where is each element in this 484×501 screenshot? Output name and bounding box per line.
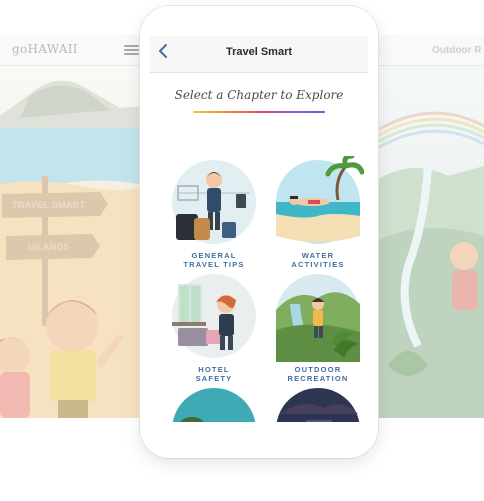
section-subtitle: Select a Chapter to Explore: [174, 88, 344, 102]
hotel-room-illustration: [172, 274, 256, 358]
chapter-water-activities[interactable]: WATER ACTIVITIES: [272, 156, 364, 269]
chapter-list: Select a Chapter to Explore GENERAL TRAV…: [150, 73, 368, 423]
chapter-label: WATER ACTIVITIES: [291, 251, 345, 269]
background-screen-left: goHAWAII TRAVEL SMART ISLANDS: [0, 35, 148, 418]
chapter-general-travel-tips[interactable]: GENERAL TRAVEL TIPS: [168, 156, 260, 269]
chapter-label: HOTEL SAFETY: [195, 365, 233, 383]
hamburger-menu-icon: [124, 45, 139, 55]
page-title: Travel Smart: [225, 46, 293, 58]
background-screen-right: ‹ Outdoor R: [368, 35, 484, 418]
traveler-illustration: [172, 160, 256, 244]
phone-frame: Travel Smart Select a Chapter to Explore…: [140, 6, 378, 458]
chapter-label: GENERAL TRAVEL TIPS: [183, 251, 245, 269]
bg-right-title: Outdoor R: [432, 45, 482, 56]
app-header: Travel Smart: [150, 36, 368, 73]
sign-islands: ISLANDS: [28, 242, 70, 252]
bg-left-header: goHAWAII: [0, 35, 148, 66]
chapter-label: OUTDOOR RECREATION: [287, 365, 349, 383]
sign-travel-smart: TRAVEL SMART: [12, 200, 86, 210]
waterfall-illustration: [368, 111, 484, 418]
beach-illustration: [0, 80, 148, 418]
chapter-night-city[interactable]: [272, 384, 364, 423]
hiker-illustration: [276, 274, 360, 362]
ocean-reef-illustration: [172, 388, 256, 423]
chapter-outdoor-recreation[interactable]: OUTDOOR RECREATION: [272, 270, 364, 383]
rainbow-divider: [193, 111, 325, 113]
bg-right-header: ‹ Outdoor R: [368, 35, 484, 66]
snorkel-illustration: [276, 156, 364, 244]
night-city-illustration: [276, 388, 360, 423]
chapter-ocean-reef[interactable]: [168, 384, 260, 423]
chapter-hotel-safety[interactable]: HOTEL SAFETY: [168, 270, 260, 383]
gohawaii-logo: goHAWAII: [12, 42, 78, 56]
